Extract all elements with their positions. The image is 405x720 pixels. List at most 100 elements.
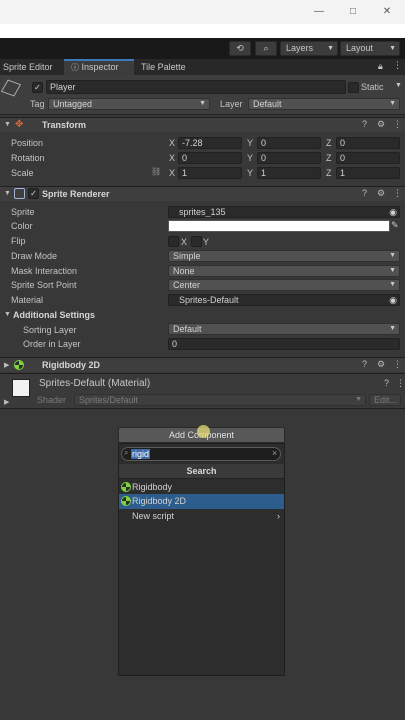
material-object-field[interactable]: Sprites-Default ◉ — [168, 294, 400, 306]
chevron-down-icon: ▼ — [327, 45, 334, 52]
sprite-renderer-title: Sprite Renderer — [42, 189, 110, 199]
position-z-field[interactable]: 0 — [336, 137, 400, 149]
draw-mode-dropdown[interactable]: Simple ▼ — [168, 250, 400, 262]
kebab-menu-icon[interactable]: ⋮ — [393, 359, 402, 370]
chevron-down-icon: ▼ — [389, 252, 396, 259]
foldout-arrow-icon[interactable]: ▶ — [4, 361, 9, 369]
layout-label: Layout — [346, 43, 374, 53]
help-icon[interactable]: ? — [384, 378, 389, 388]
rotation-z-field[interactable]: 0 — [336, 152, 400, 164]
clear-search-icon[interactable]: × — [272, 448, 277, 458]
sprite-renderer-enabled-checkbox[interactable]: ✓ — [28, 188, 39, 199]
scale-z-field[interactable]: 1 — [336, 167, 400, 179]
scale-x-field[interactable]: 1 — [178, 167, 242, 179]
rigidbody-icon — [121, 482, 131, 492]
lock-icon[interactable]: 🔒︎ — [378, 61, 383, 72]
axis-z-label: Z — [326, 138, 332, 148]
sprite-object-field[interactable]: sprites_135 ◉ — [168, 206, 400, 218]
help-icon[interactable]: ? — [362, 188, 367, 198]
foldout-arrow-icon[interactable]: ▶ — [4, 398, 9, 406]
transform-title: Transform — [42, 120, 87, 130]
list-item-rigidbody-2d[interactable]: Rigidbody 2D — [119, 494, 284, 509]
settings-icon[interactable]: ⚙ — [377, 359, 385, 370]
tab-tile-palette[interactable]: Tile Palette — [138, 59, 198, 75]
layers-dropdown[interactable]: Layers ▼ — [280, 41, 338, 56]
search-button[interactable]: ⌕ — [255, 41, 277, 56]
flip-y-label: Y — [203, 237, 210, 247]
static-checkbox[interactable] — [348, 82, 359, 93]
list-item-label: New script — [132, 511, 175, 521]
rotation-label: Rotation — [11, 153, 45, 163]
color-swatch[interactable] — [168, 220, 390, 232]
layer-dropdown[interactable]: Default ▼ — [248, 98, 400, 110]
list-item-label: Rigidbody 2D — [132, 496, 187, 506]
kebab-menu-icon[interactable]: ⋮ — [393, 188, 402, 199]
position-y-field[interactable]: 0 — [257, 137, 321, 149]
maximize-button[interactable]: □ — [343, 4, 363, 20]
rotation-y-field[interactable]: 0 — [257, 152, 321, 164]
rigidbody-title: Rigidbody 2D — [42, 360, 100, 370]
eyedropper-icon[interactable]: ✎ — [391, 220, 399, 231]
transform-icon: ✥ — [15, 119, 24, 130]
material-value: Sprites-Default — [179, 295, 239, 305]
foldout-arrow-icon[interactable]: ▼ — [4, 121, 11, 128]
help-icon[interactable]: ? — [362, 119, 367, 129]
scale-label: Scale — [11, 168, 34, 178]
gameobject-name-field[interactable]: Player — [46, 80, 346, 94]
kebab-menu-icon[interactable]: ⋮ — [393, 119, 402, 130]
rotation-x-field[interactable]: 0 — [178, 152, 242, 164]
mask-interaction-dropdown[interactable]: None ▼ — [168, 265, 400, 277]
tab-label: Inspector — [81, 62, 119, 72]
list-item-rigidbody[interactable]: Rigidbody — [119, 480, 284, 495]
shader-dropdown[interactable]: Sprites/Default ▼ — [74, 394, 366, 406]
info-icon: ⓘ — [71, 63, 79, 72]
sorting-layer-dropdown[interactable]: Default ▼ — [168, 323, 400, 335]
tag-dropdown[interactable]: Untagged ▼ — [48, 98, 210, 110]
tab-sprite-editor[interactable]: Sprite Editor — [0, 59, 63, 75]
foldout-arrow-icon[interactable]: ▼ — [4, 190, 11, 197]
minimize-button[interactable]: — — [309, 4, 329, 20]
foldout-arrow-icon[interactable]: ▼ — [4, 311, 11, 318]
chevron-down-icon[interactable]: ▼ — [395, 82, 402, 89]
active-checkbox[interactable]: ✓ — [32, 82, 43, 93]
history-button[interactable]: ⟲ — [229, 41, 251, 56]
tab-label: Tile Palette — [141, 62, 186, 72]
object-picker-icon[interactable]: ◉ — [389, 207, 397, 217]
tab-inspector[interactable]: ⓘ Inspector — [64, 59, 134, 75]
search-query[interactable]: rigid — [131, 449, 151, 459]
material-label: Material — [11, 295, 44, 305]
material-title: Sprites-Default (Material) — [39, 378, 151, 389]
layer-value: Default — [253, 99, 282, 109]
axis-y-label: Y — [247, 168, 254, 178]
chevron-down-icon: ▼ — [389, 325, 396, 332]
order-in-layer-field[interactable]: 0 — [168, 338, 400, 350]
kebab-menu-icon[interactable]: ⋮ — [393, 60, 402, 71]
close-button[interactable]: ✕ — [377, 4, 397, 20]
mask-interaction-label: Mask Interaction — [11, 266, 78, 276]
shader-edit-button[interactable]: Edit... — [369, 394, 401, 406]
flip-x-checkbox[interactable] — [168, 236, 179, 247]
color-label: Color — [11, 221, 33, 231]
axis-z-label: Z — [326, 153, 332, 163]
additional-settings-title[interactable]: Additional Settings — [13, 310, 95, 320]
chevron-down-icon: ▼ — [389, 281, 396, 288]
layout-dropdown[interactable]: Layout ▼ — [340, 41, 400, 56]
settings-icon[interactable]: ⚙ — [377, 188, 385, 199]
link-icon[interactable]: ⛓ — [151, 167, 161, 176]
scale-y-field[interactable]: 1 — [257, 167, 321, 179]
tab-label: Sprite Editor — [3, 62, 53, 72]
flip-y-checkbox[interactable] — [191, 236, 202, 247]
position-x-field[interactable]: -7.28 — [178, 137, 242, 149]
settings-icon[interactable]: ⚙ — [377, 119, 385, 130]
sort-point-label: Sprite Sort Point — [11, 280, 77, 290]
sprite-renderer-icon — [14, 188, 25, 199]
chevron-down-icon: ▼ — [199, 100, 206, 107]
search-icon: ⌕ — [124, 448, 129, 457]
material-preview — [12, 379, 30, 397]
help-icon[interactable]: ? — [362, 359, 367, 369]
object-picker-icon[interactable]: ◉ — [389, 295, 397, 305]
mask-interaction-value: None — [173, 266, 195, 276]
sort-point-dropdown[interactable]: Center ▼ — [168, 279, 400, 291]
kebab-menu-icon[interactable]: ⋮ — [396, 378, 405, 389]
list-item-new-script[interactable]: New script › — [119, 509, 284, 524]
